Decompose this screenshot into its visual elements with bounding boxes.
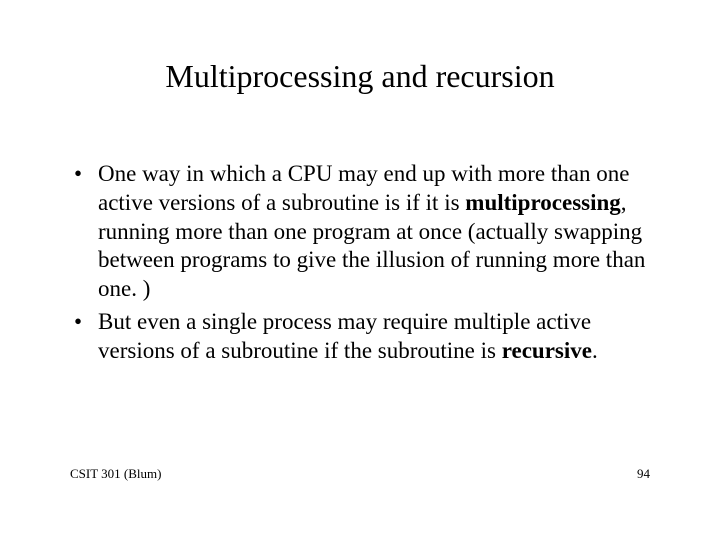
bullet-text-bold: multiprocessing	[465, 190, 620, 215]
bullet-item: One way in which a CPU may end up with m…	[70, 160, 660, 304]
bullet-text-bold: recursive	[502, 338, 592, 363]
slide: Multiprocessing and recursion One way in…	[0, 0, 720, 540]
bullet-item: But even a single process may require mu…	[70, 308, 660, 366]
footer-left: CSIT 301 (Blum)	[70, 466, 162, 482]
bullet-text-post: .	[592, 338, 598, 363]
slide-title: Multiprocessing and recursion	[0, 58, 720, 95]
slide-number: 94	[637, 466, 650, 482]
slide-body: One way in which a CPU may end up with m…	[70, 160, 660, 369]
